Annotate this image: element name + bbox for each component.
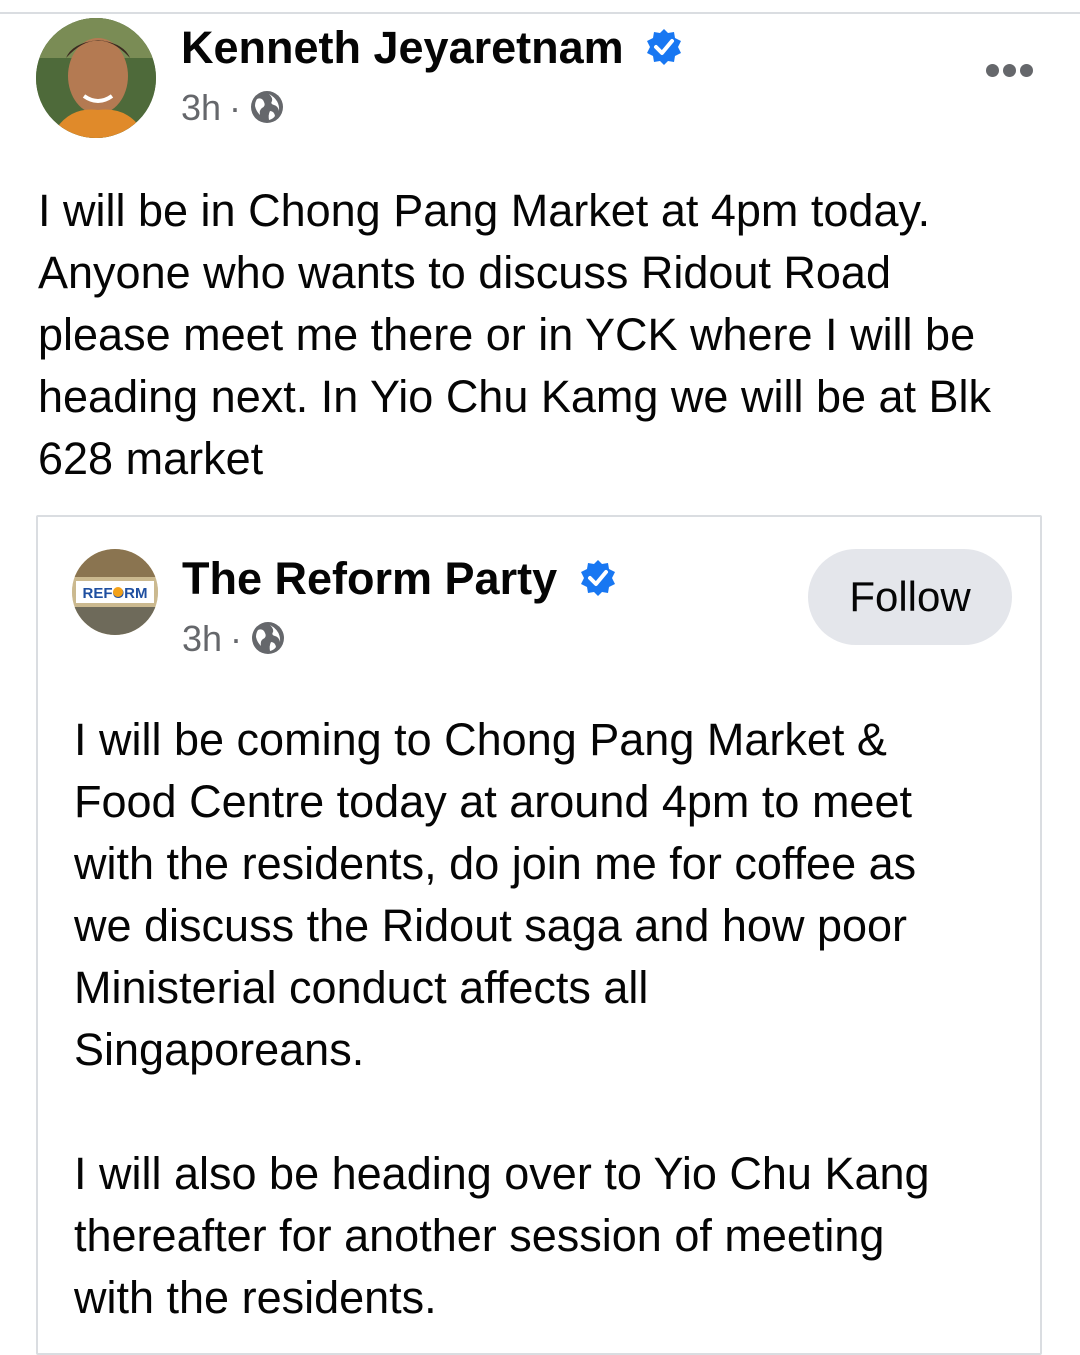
follow-button[interactable]: Follow <box>808 549 1012 645</box>
top-divider <box>0 12 1080 14</box>
page-avatar[interactable]: REFORM <box>72 549 158 635</box>
meta-separator: · <box>230 618 243 659</box>
shared-post-time[interactable]: 3h <box>182 618 222 659</box>
shared-post-meta: 3h · <box>182 619 286 659</box>
post-header: Kenneth Jeyaretnam 3h · <box>36 18 1046 138</box>
reform-party-logo: REFORM <box>72 549 158 635</box>
more-options-icon[interactable] <box>986 64 1038 84</box>
verified-badge-icon <box>647 29 682 66</box>
post-text: I will be in Chong Pang Market at 4pm to… <box>38 185 992 484</box>
shared-post-card[interactable]: REFORM The Reform Party 3h· Follow I wil… <box>36 515 1042 1355</box>
author-photo <box>36 18 156 138</box>
post-time[interactable]: 3h <box>181 87 221 128</box>
author-avatar[interactable] <box>36 18 156 138</box>
page-name[interactable]: The Reform Party <box>182 553 618 605</box>
globe-icon[interactable] <box>249 89 285 125</box>
verified-badge-icon <box>580 560 615 597</box>
shared-post-text: I will be coming to Chong Pang Market & … <box>74 714 930 1323</box>
shared-post-header: REFORM The Reform Party 3h· Follow <box>72 549 1012 659</box>
globe-icon[interactable] <box>250 620 286 656</box>
post-meta: 3h · <box>181 88 285 128</box>
author-name[interactable]: Kenneth Jeyaretnam <box>181 22 684 74</box>
author-name-text[interactable]: Kenneth Jeyaretnam <box>181 22 624 73</box>
page-name-text[interactable]: The Reform Party <box>182 553 557 604</box>
meta-separator: · <box>229 87 242 128</box>
